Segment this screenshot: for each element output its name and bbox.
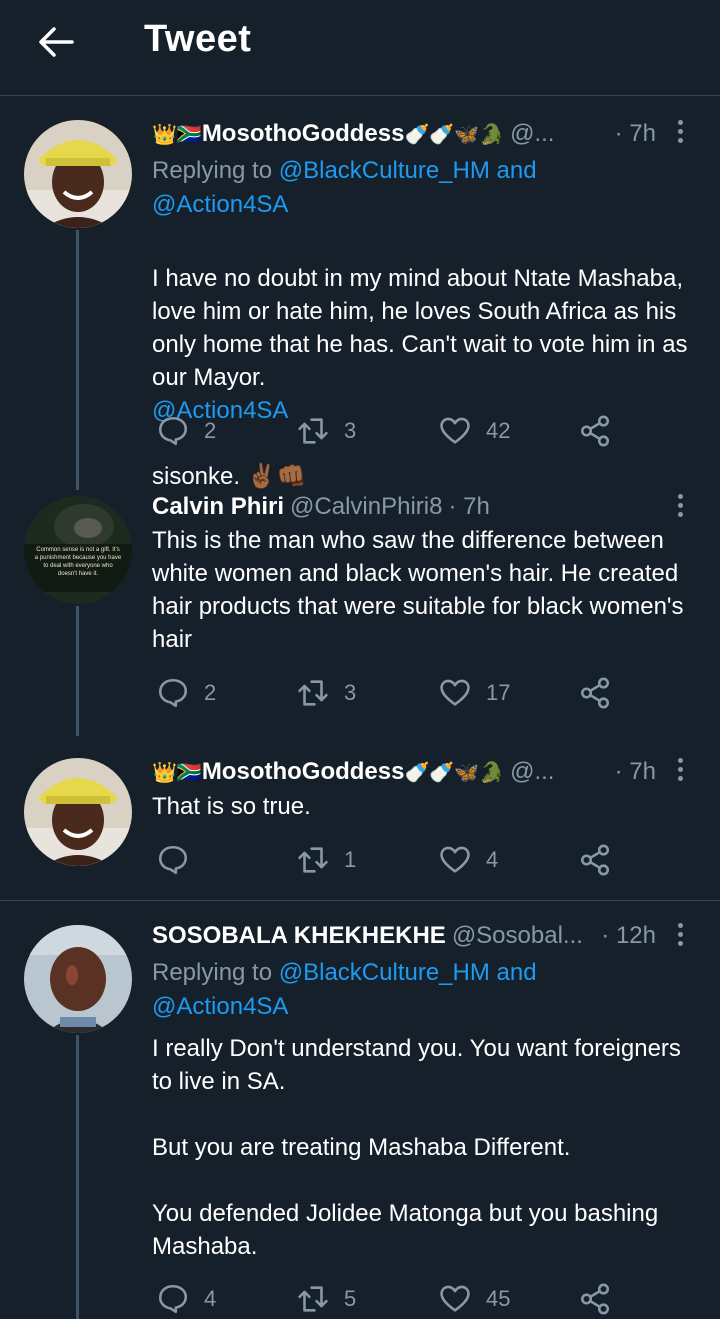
username[interactable]: @CalvinPhiri8 (290, 493, 442, 521)
back-arrow-icon[interactable] (36, 22, 76, 62)
page-title: Tweet (144, 18, 252, 60)
timestamp[interactable]: · 12h (593, 922, 656, 950)
replying-to: Replying to @BlackCulture_HM and @Action… (152, 959, 537, 1020)
tweet-text: This is the man who saw the difference b… (152, 527, 684, 653)
display-name[interactable]: MosothoGoddess (202, 120, 405, 148)
thread-line (76, 1035, 79, 1319)
tweet[interactable]: 👑🇿🇦 MosothoGoddess 🍼🍼🦋🐊 @... · 7h That i… (0, 736, 720, 900)
mention-link[interactable]: @Action4SA (152, 191, 288, 218)
thread-line (76, 606, 79, 736)
more-options-icon[interactable] (670, 490, 690, 524)
retweet-button[interactable]: 3 (296, 411, 356, 451)
share-icon (580, 677, 610, 709)
share-button[interactable] (578, 673, 612, 713)
like-button[interactable]: 17 (438, 673, 510, 713)
avatar[interactable]: Common sense is not a gift. It's a punis… (24, 496, 132, 604)
username[interactable]: @... (510, 120, 554, 148)
like-button[interactable]: 4 (438, 840, 498, 880)
avatar[interactable] (24, 758, 132, 866)
username[interactable]: @... (510, 758, 554, 786)
heart-icon (440, 1285, 470, 1312)
retweet-icon (298, 680, 328, 706)
tweet-text: That is so true. (152, 793, 311, 820)
replying-to: Replying to @BlackCulture_HM and @Action… (152, 157, 537, 218)
share-button[interactable] (578, 411, 612, 451)
heart-icon (440, 679, 470, 706)
share-icon (580, 844, 610, 876)
mention-link[interactable]: @BlackCulture_HM (279, 157, 490, 184)
timestamp[interactable]: · 7h (607, 120, 656, 148)
tweet-actions: 2 3 17 (152, 673, 632, 713)
timestamp[interactable]: · 7h (607, 758, 656, 786)
reply-icon (158, 1284, 188, 1314)
retweet-button[interactable]: 3 (296, 673, 356, 713)
display-name[interactable]: Calvin Phiri (152, 493, 284, 521)
tweet[interactable]: SOSOBALA KHEKHEKHE @Sosobal... · 12h Rep… (0, 901, 720, 1319)
tweet-header: Calvin Phiri @CalvinPhiri8 · 7h (152, 490, 656, 524)
avatar[interactable] (24, 120, 132, 228)
share-button[interactable] (578, 1279, 612, 1319)
flag-emoji: 👑🇿🇦 (152, 761, 202, 784)
tweet-header: 👑🇿🇦 MosothoGoddess 🍼🍼🦋🐊 @... · 7h (152, 755, 656, 789)
tweet[interactable]: 👑🇿🇦 MosothoGoddess 🍼🍼🦋🐊 @... · 7h Replyi… (0, 96, 720, 490)
flag-emoji: 👑🇿🇦 (152, 123, 202, 146)
retweet-icon (298, 847, 328, 873)
tweet-header: 👑🇿🇦 MosothoGoddess 🍼🍼🦋🐊 @... · 7h (152, 117, 656, 151)
reply-icon (158, 678, 188, 708)
tweet-actions: 2 3 42 (152, 411, 632, 451)
thread-line (76, 230, 79, 490)
tweet-text: I have no doubt in my mind about Ntate M… (152, 265, 688, 490)
reply-icon (158, 845, 188, 875)
retweet-icon (298, 1286, 328, 1312)
reply-button[interactable] (156, 840, 204, 880)
username[interactable]: @Sosobal... (452, 922, 583, 950)
display-name[interactable]: MosothoGoddess (202, 758, 405, 786)
share-button[interactable] (578, 840, 612, 880)
more-options-icon[interactable] (670, 919, 690, 953)
share-icon (580, 1283, 610, 1315)
top-bar: Tweet (0, 0, 720, 96)
like-button[interactable]: 42 (438, 411, 510, 451)
retweet-icon (298, 418, 328, 444)
avatar-caption: Common sense is not a gift. It's a punis… (34, 547, 122, 577)
more-options-icon[interactable] (670, 116, 690, 150)
share-icon (580, 415, 610, 447)
tweet-actions: 1 4 (152, 840, 632, 880)
retweet-button[interactable]: 1 (296, 840, 356, 880)
more-options-icon[interactable] (670, 754, 690, 788)
tweet-header: SOSOBALA KHEKHEKHE @Sosobal... · 12h (152, 919, 656, 953)
mention-link[interactable]: @BlackCulture_HM (279, 959, 490, 986)
tweet-actions: 4 5 45 (152, 1279, 632, 1319)
retweet-button[interactable]: 5 (296, 1279, 356, 1319)
heart-icon (440, 846, 470, 873)
display-name[interactable]: SOSOBALA KHEKHEKHE (152, 922, 446, 950)
mention-link[interactable]: @Action4SA (152, 993, 288, 1020)
tweet[interactable]: Common sense is not a gift. It's a punis… (0, 490, 720, 736)
heart-icon (440, 417, 470, 444)
name-emoji: 🍼🍼🦋🐊 (404, 123, 505, 146)
avatar[interactable] (24, 925, 132, 1033)
reply-button[interactable]: 2 (156, 673, 216, 713)
tweet-text: I really Don't understand you. You want … (152, 1035, 681, 1260)
reply-button[interactable]: 4 (156, 1279, 216, 1319)
reply-icon (158, 416, 188, 446)
timestamp[interactable]: · 7h (448, 493, 489, 521)
like-button[interactable]: 45 (438, 1279, 510, 1319)
name-emoji: 🍼🍼🦋🐊 (404, 761, 505, 784)
reply-button[interactable]: 2 (156, 411, 216, 451)
